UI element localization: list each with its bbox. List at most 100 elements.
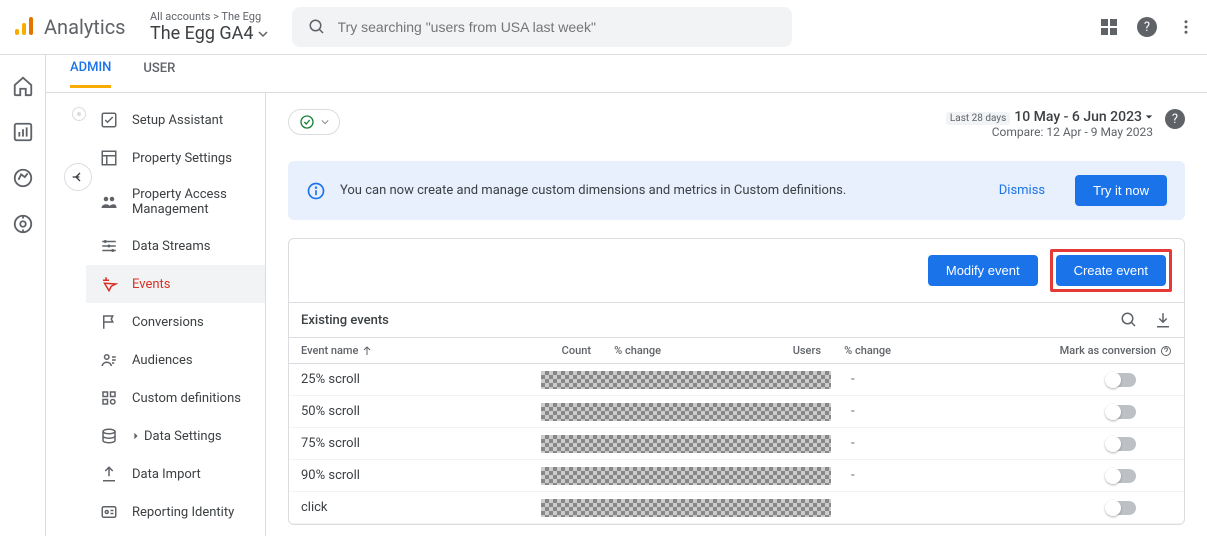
- breadcrumb: All accounts > The Egg: [150, 10, 268, 23]
- chevron-down-icon: [1145, 113, 1153, 121]
- sidebar-item-custom-definitions[interactable]: Custom definitions: [86, 379, 265, 417]
- nav-rail: [0, 55, 46, 536]
- search-icon: [308, 18, 326, 36]
- conversion-toggle[interactable]: [1106, 405, 1136, 419]
- sidebar-item-reporting-identity[interactable]: Reporting Identity: [86, 493, 265, 531]
- redacted-data: [541, 467, 831, 485]
- sidebar-item-data-import[interactable]: Data Import: [86, 455, 265, 493]
- table-row[interactable]: 50% scroll -: [289, 396, 1184, 428]
- caret-right-icon: [132, 432, 140, 440]
- home-icon[interactable]: [12, 75, 34, 97]
- events-icon: [100, 275, 118, 293]
- redacted-data: [541, 403, 831, 421]
- events-card: Modify event Create event Existing event…: [288, 238, 1185, 525]
- table-row[interactable]: click: [289, 492, 1184, 524]
- property-selector[interactable]: All accounts > The Egg The Egg GA4: [150, 10, 268, 44]
- dash-cell: -: [851, 436, 901, 451]
- event-name-cell: 75% scroll: [301, 436, 541, 451]
- info-banner: You can now create and manage custom dim…: [288, 161, 1185, 220]
- upload-icon: [100, 465, 118, 483]
- conversion-toggle[interactable]: [1106, 469, 1136, 483]
- collapse-column: [46, 93, 86, 536]
- event-name-cell: 50% scroll: [301, 404, 541, 419]
- col-event-name[interactable]: Event name: [301, 344, 541, 357]
- col-change-1[interactable]: % change: [591, 344, 661, 357]
- conversion-toggle[interactable]: [1106, 373, 1136, 387]
- dash-cell: -: [851, 404, 901, 419]
- page-help-icon[interactable]: ?: [1165, 109, 1185, 129]
- property-name: The Egg GA4: [150, 23, 268, 44]
- streams-icon: [100, 237, 118, 255]
- banner-cta-button[interactable]: Try it now: [1075, 175, 1167, 206]
- sidebar-item-data-streams[interactable]: Data Streams: [86, 227, 265, 265]
- arrow-left-icon: [70, 169, 86, 185]
- analytics-logo-icon: [12, 15, 36, 39]
- table-header: Event name Count % change Users % change…: [289, 338, 1184, 364]
- date-range-selector[interactable]: Last 28 days10 May - 6 Jun 2023 Compare:…: [946, 109, 1153, 139]
- search-icon[interactable]: [1120, 311, 1138, 329]
- custom-icon: [100, 389, 118, 407]
- banner-message: You can now create and manage custom dim…: [340, 183, 985, 198]
- col-users[interactable]: Users: [771, 344, 821, 357]
- tree-node-icon: [72, 107, 86, 121]
- sidebar-item-property-settings[interactable]: Property Settings: [86, 139, 265, 177]
- event-name-cell: click: [301, 500, 541, 515]
- table-row[interactable]: 90% scroll -: [289, 460, 1184, 492]
- sidebar-item-audiences[interactable]: Audiences: [86, 341, 265, 379]
- sidebar-item-setup-assistant[interactable]: Setup Assistant: [86, 101, 265, 139]
- download-icon[interactable]: [1154, 311, 1172, 329]
- search-input[interactable]: [338, 19, 776, 35]
- table-row[interactable]: 75% scroll -: [289, 428, 1184, 460]
- tab-user[interactable]: USER: [143, 61, 175, 86]
- table-row[interactable]: 25% scroll -: [289, 364, 1184, 396]
- col-count[interactable]: Count: [541, 344, 591, 357]
- card-actions: Modify event Create event: [289, 239, 1184, 303]
- redacted-data: [541, 371, 831, 389]
- sidebar-item-property-access[interactable]: Property Access Management: [86, 177, 265, 227]
- status-pill[interactable]: [288, 109, 340, 135]
- reports-icon[interactable]: [12, 121, 34, 143]
- collapse-sidebar-button[interactable]: [64, 163, 92, 191]
- people-icon: [100, 193, 118, 211]
- property-sidebar: Setup Assistant Property Settings Proper…: [86, 93, 266, 536]
- database-icon: [100, 427, 118, 445]
- flag-icon: [100, 313, 118, 331]
- redacted-data: [541, 435, 831, 453]
- layout-icon: [100, 149, 118, 167]
- modify-event-button[interactable]: Modify event: [928, 255, 1038, 286]
- more-icon[interactable]: [1177, 18, 1195, 36]
- checklist-icon: [100, 111, 118, 129]
- brand-text: Analytics: [44, 15, 126, 39]
- chevron-down-icon: [321, 118, 329, 126]
- table-body: 25% scroll - 50% scroll - 75% scroll - 9…: [289, 364, 1184, 524]
- admin-body: Setup Assistant Property Settings Proper…: [46, 93, 1207, 536]
- search-bar[interactable]: [292, 7, 792, 47]
- col-change-2[interactable]: % change: [821, 344, 891, 357]
- apps-icon[interactable]: [1101, 19, 1117, 35]
- tab-admin[interactable]: ADMIN: [70, 60, 111, 88]
- explore-icon[interactable]: [12, 167, 34, 189]
- help-icon[interactable]: ?: [1137, 17, 1157, 37]
- advertising-icon[interactable]: [12, 213, 34, 235]
- card-title: Existing events: [301, 313, 1104, 328]
- highlight-annotation: Create event: [1050, 249, 1172, 292]
- logo-block[interactable]: Analytics: [12, 15, 142, 39]
- help-small-icon[interactable]: [1160, 345, 1172, 357]
- conversion-toggle[interactable]: [1106, 437, 1136, 451]
- banner-dismiss[interactable]: Dismiss: [999, 183, 1045, 198]
- card-subheader: Existing events: [289, 303, 1184, 338]
- sidebar-item-conversions[interactable]: Conversions: [86, 303, 265, 341]
- dash-cell: -: [851, 372, 901, 387]
- chevron-down-icon: [258, 29, 268, 39]
- sidebar-item-events[interactable]: Events: [86, 265, 265, 303]
- sidebar-item-data-settings[interactable]: Data Settings: [86, 417, 265, 455]
- admin-area: ADMIN USER Setup Assistant Property Sett…: [46, 55, 1207, 536]
- create-event-button[interactable]: Create event: [1056, 255, 1166, 286]
- main-content: Last 28 days10 May - 6 Jun 2023 Compare:…: [266, 93, 1207, 536]
- dash-cell: -: [851, 468, 901, 483]
- app-header: Analytics All accounts > The Egg The Egg…: [0, 0, 1207, 55]
- conversion-toggle[interactable]: [1106, 501, 1136, 515]
- top-row: Last 28 days10 May - 6 Jun 2023 Compare:…: [288, 109, 1185, 139]
- sort-up-icon: [362, 346, 372, 356]
- body: ADMIN USER Setup Assistant Property Sett…: [0, 55, 1207, 536]
